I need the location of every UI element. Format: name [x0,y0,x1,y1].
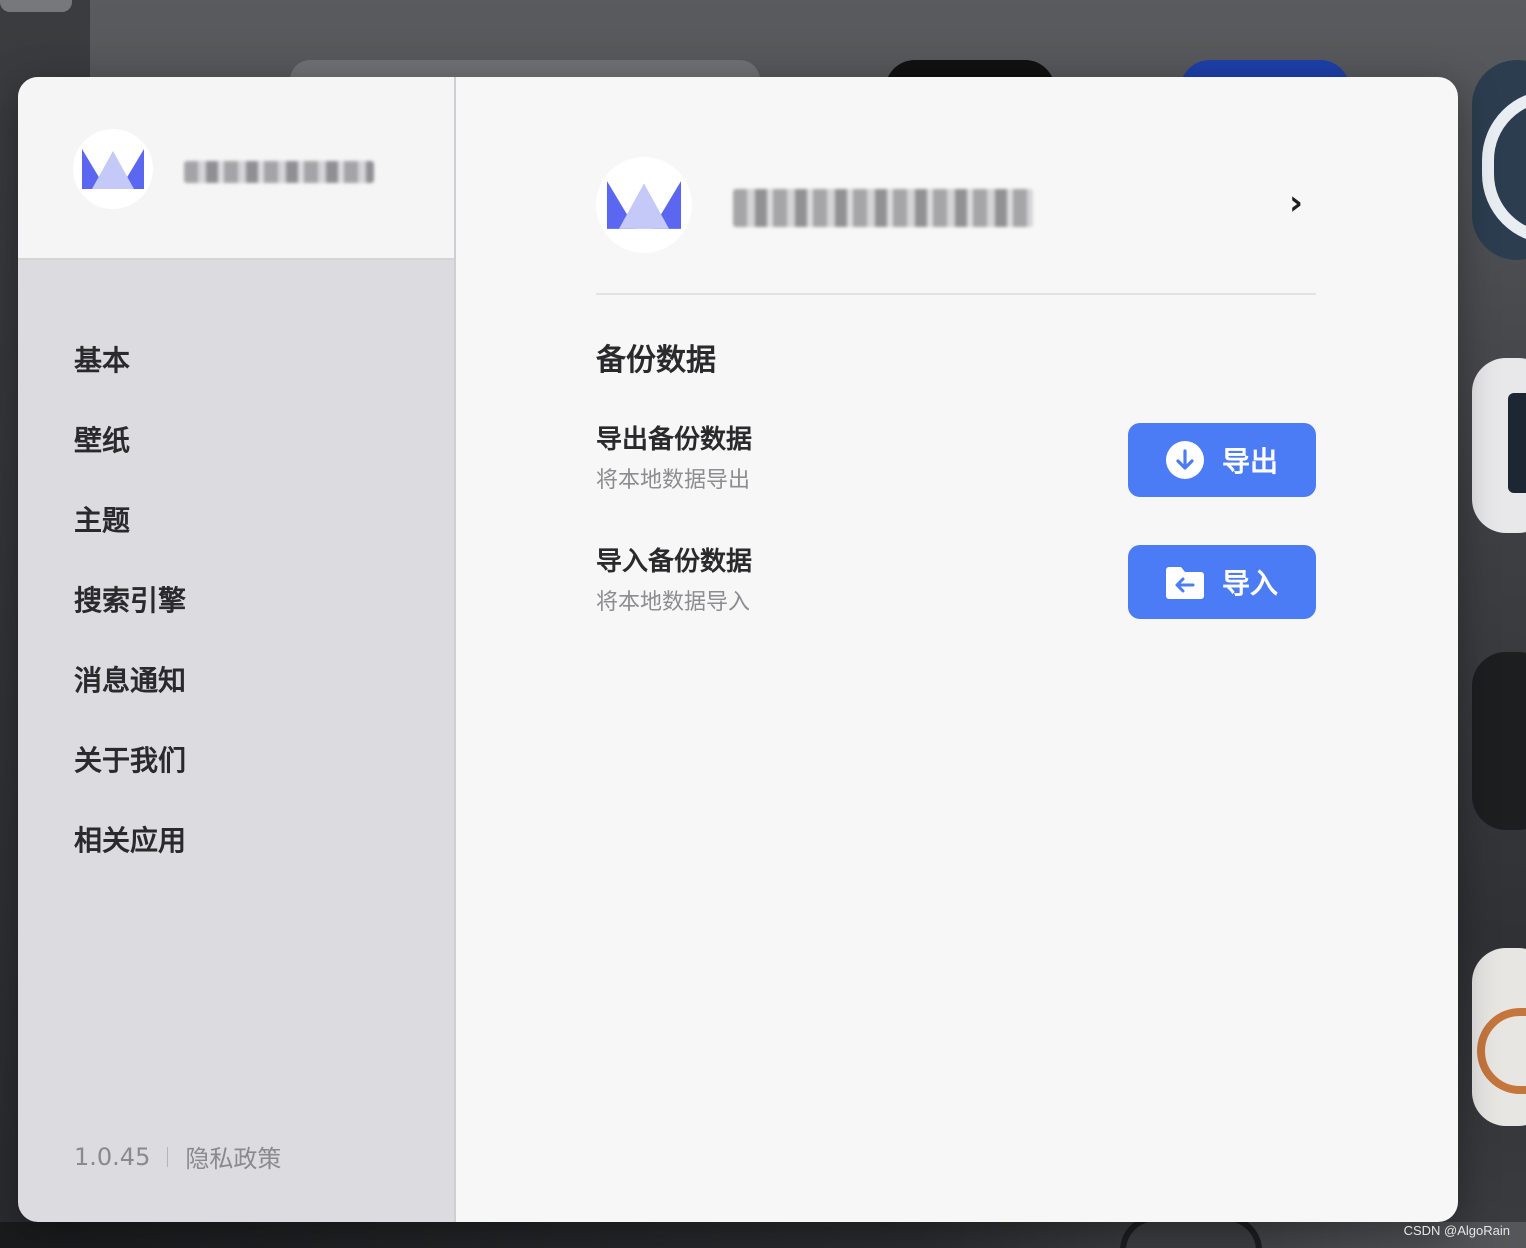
sidebar-item-related-apps[interactable]: 相关应用 [74,819,186,899]
profile-card[interactable]: › [596,157,1316,295]
import-button[interactable]: 导入 [1128,545,1316,619]
section-title: 备份数据 [596,343,716,378]
sidebar-item-search-engine[interactable]: 搜索引擎 [74,579,186,659]
settings-modal: 基本 壁纸 主题 搜索引擎 消息通知 关于我们 相关应用 1.0.45 隐私政策 [18,77,1458,1222]
background-app-tile [1472,358,1526,533]
settings-nav: 基本 壁纸 主题 搜索引擎 消息通知 关于我们 相关应用 [74,339,186,899]
avatar [596,157,692,253]
import-button-label: 导入 [1221,568,1278,599]
sidebar-item-theme[interactable]: 主题 [74,499,186,579]
sidebar-item-notifications[interactable]: 消息通知 [74,659,186,739]
background-app-tile [1472,60,1526,260]
background-bottom-bar [0,1222,1526,1248]
blurred-account-name [184,161,374,183]
avatar [73,129,153,209]
sidebar-item-about[interactable]: 关于我们 [74,739,186,819]
export-button[interactable]: 导出 [1128,423,1316,497]
sidebar-account-header[interactable] [18,77,454,260]
export-backup-row: 导出备份数据 将本地数据导出 导出 [596,423,1316,503]
version-label: 1.0.45 [74,1142,151,1171]
background-app-tile [1472,948,1526,1126]
settings-content: › 备份数据 导出备份数据 将本地数据导出 导出 导入备份数据 将本地数据导入 [456,77,1458,1222]
footer-divider [167,1146,169,1167]
export-button-label: 导出 [1221,446,1278,477]
download-circle-icon [1165,441,1204,479]
blurred-account-name [733,189,1033,227]
sidebar-footer: 1.0.45 隐私政策 [74,1139,281,1174]
settings-sidebar: 基本 壁纸 主题 搜索引擎 消息通知 关于我们 相关应用 1.0.45 隐私政策 [18,77,456,1222]
app-logo-icon [82,149,144,189]
watermark: CSDN @AlgoRain [1403,1223,1510,1238]
background-app-tile [1472,652,1526,830]
app-logo-icon [607,181,681,229]
privacy-policy-link[interactable]: 隐私政策 [185,1139,281,1174]
sidebar-item-basic[interactable]: 基本 [74,339,186,419]
chevron-right-icon[interactable]: › [1276,183,1316,223]
sidebar-item-wallpaper[interactable]: 壁纸 [74,419,186,499]
folder-import-icon [1165,567,1204,599]
import-backup-row: 导入备份数据 将本地数据导入 导入 [596,545,1316,625]
